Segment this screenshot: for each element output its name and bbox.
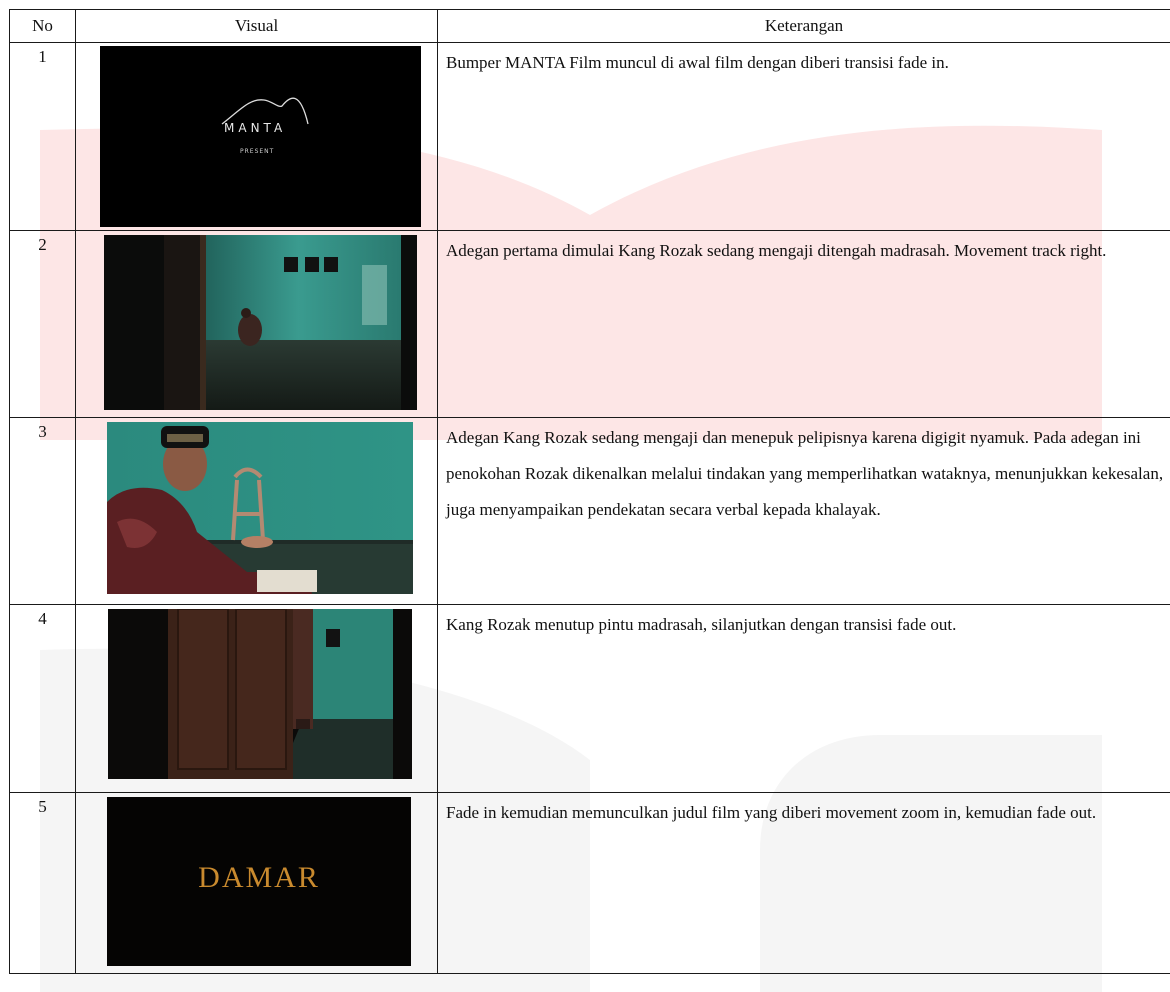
- table-row: 2 Adegan pertama dimulai Kang Rozak seda…: [9, 230, 1170, 418]
- row-number: 5: [9, 792, 76, 974]
- header-no: No: [9, 9, 76, 43]
- row-number: 2: [9, 230, 76, 418]
- damar-title-frame: DAMAR: [107, 797, 411, 966]
- scene-3-image: [107, 422, 413, 594]
- present-text: PRESENT: [240, 148, 275, 155]
- table-row: 4 Kang Rozak menutup pintu madrasah, sil…: [9, 604, 1170, 793]
- manta-logo-text: MANTA: [224, 121, 287, 135]
- description-cell: Kang Rozak menutup pintu madrasah, silan…: [437, 604, 1170, 793]
- table-row: 3 Adegan Kang Rozak sedang mengaji dan m…: [9, 417, 1170, 605]
- visual-cell: DAMAR: [75, 792, 438, 974]
- scene-mengaji-frame: [107, 422, 413, 594]
- visual-cell: [75, 230, 438, 418]
- row-number: 3: [9, 417, 76, 605]
- scene-door-frame: [108, 609, 412, 779]
- row-number: 1: [9, 42, 76, 231]
- table-row: 5 DAMAR Fade in kemudian memunculkan jud…: [9, 792, 1170, 974]
- visual-cell: MANTA PRESENT: [75, 42, 438, 231]
- storyboard-table: No Visual Keterangan 1 MANTA PRESENT Bum…: [9, 9, 1170, 974]
- scene-madrasah-frame: [104, 235, 417, 410]
- scene-4-image: [108, 609, 412, 779]
- film-title-text: DAMAR: [198, 861, 320, 894]
- header-keterangan: Keterangan: [437, 9, 1170, 43]
- table-row: 1 MANTA PRESENT Bumper MANTA Film muncul…: [9, 42, 1170, 231]
- scene-2-image: [104, 235, 417, 410]
- visual-cell: [75, 604, 438, 793]
- description-cell: Fade in kemudian memunculkan judul film …: [437, 792, 1170, 974]
- description-cell: Adegan pertama dimulai Kang Rozak sedang…: [437, 230, 1170, 418]
- header-visual: Visual: [75, 9, 438, 43]
- description-cell: Adegan Kang Rozak sedang mengaji dan men…: [437, 417, 1170, 605]
- visual-cell: [75, 417, 438, 605]
- manta-bumper-frame: MANTA PRESENT: [100, 46, 421, 227]
- row-number: 4: [9, 604, 76, 793]
- description-cell: Bumper MANTA Film muncul di awal film de…: [437, 42, 1170, 231]
